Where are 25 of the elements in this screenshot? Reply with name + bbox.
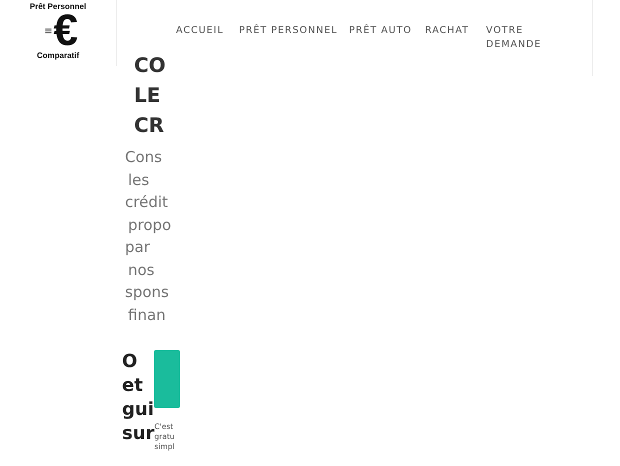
logo-euro: € bbox=[53, 11, 78, 51]
heading: CR bbox=[133, 112, 166, 139]
intro-text: crédit bbox=[124, 192, 169, 213]
action-button[interactable] bbox=[154, 350, 180, 408]
heading: sur bbox=[122, 422, 154, 446]
nav-link[interactable]: ACCUEIL bbox=[176, 24, 229, 38]
nav-link[interactable]: PRÊT PERSONNEL bbox=[239, 24, 339, 38]
heading: et bbox=[122, 374, 144, 398]
nav-link[interactable]: RACHAT bbox=[425, 24, 476, 38]
nav-link[interactable]: VOTRE DEMANDE bbox=[486, 24, 556, 52]
nav-link[interactable]: PRÊT AUTO bbox=[349, 24, 415, 38]
heading: LE bbox=[133, 82, 162, 109]
intro-text: nos bbox=[127, 260, 156, 280]
intro-text: finan bbox=[127, 304, 167, 326]
heading: O bbox=[122, 350, 138, 374]
heading: CO bbox=[133, 52, 167, 79]
intro-text: propo bbox=[127, 214, 170, 236]
heading: gui bbox=[122, 398, 154, 422]
menu-icon[interactable]: ≡ bbox=[44, 26, 52, 36]
logo-subtitle: Comparatif bbox=[36, 51, 80, 60]
intro-text: par bbox=[124, 237, 151, 258]
intro-text: les bbox=[127, 170, 150, 190]
intro-text: spons bbox=[124, 282, 170, 303]
logo-title: Prêt Personnel bbox=[30, 2, 86, 11]
intro-text: Cons bbox=[124, 147, 163, 168]
